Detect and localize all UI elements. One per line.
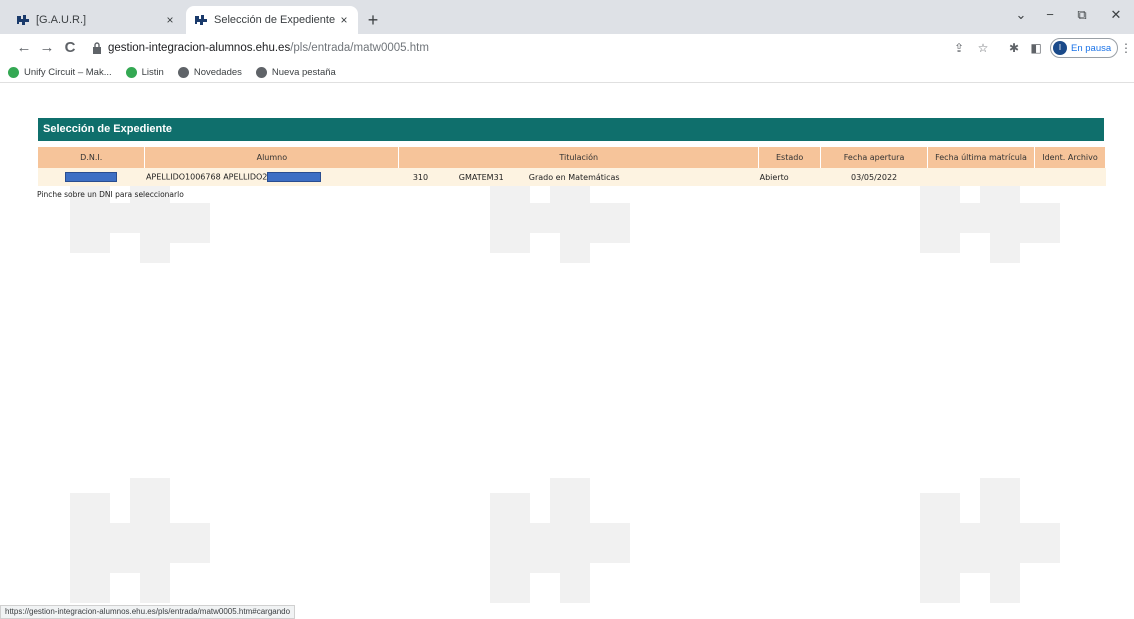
alumno-name: APELLIDO1006768 APELLIDO2 — [145, 172, 268, 182]
tab-gaur[interactable]: [G.A.U.R.] × — [8, 6, 184, 34]
col-alumno: Alumno — [144, 147, 400, 168]
titulacion-code: 310 — [398, 168, 444, 186]
table-row[interactable]: APELLIDO1006768 APELLIDO2 310 GMATEM31 G… — [38, 168, 1106, 186]
profile-status: En pausa — [1071, 42, 1112, 54]
url-path: /pls/entrada/matw0005.htm — [290, 42, 429, 54]
close-window-button[interactable]: ✕ — [1099, 4, 1133, 26]
forward-button[interactable]: → — [37, 38, 57, 58]
bookmark-label: Unify Circuit – Mak... — [24, 66, 112, 78]
redacted-dni[interactable] — [65, 172, 118, 182]
bookmark-favicon-icon — [125, 66, 137, 78]
browser-toolbar: ← → C gestion-integracion-alumnos.ehu.es… — [0, 34, 1134, 62]
ehu-logo-icon — [195, 15, 207, 25]
tab-seleccion-expediente[interactable]: Selección de Expediente × — [186, 6, 358, 34]
back-button[interactable]: ← — [14, 38, 34, 58]
ehu-watermark-icon — [70, 478, 210, 603]
restore-button[interactable]: ⧉ — [1065, 4, 1099, 26]
bookmark-favicon-icon — [8, 66, 19, 78]
col-dni: D.N.I. — [38, 147, 146, 168]
avatar: I — [1053, 41, 1067, 55]
share-icon[interactable]: ⇪ — [951, 40, 967, 56]
bookmark-label: Novedades — [193, 66, 242, 78]
table-header-row: D.N.I. Alumno Titulación Estado Fecha ap… — [38, 147, 1107, 168]
ehu-watermark-icon — [490, 478, 630, 603]
page-content: Selección de Expediente D.N.I. Alumno Ti… — [0, 83, 1134, 605]
col-titulacion: Titulación — [398, 147, 760, 168]
url-host: gestion-integracion-alumnos.ehu.es — [108, 42, 291, 54]
bookmark-star-icon[interactable]: ☆ — [975, 40, 991, 56]
tab-title: Selección de Expediente — [214, 14, 336, 26]
bookmark-novedades[interactable]: Novedades — [177, 66, 242, 78]
titulacion-plan: GMATEM31 — [443, 168, 519, 186]
tab-title: [G.A.U.R.] — [36, 14, 87, 26]
bookmark-label: Nueva pestaña — [271, 66, 336, 78]
bookmarks-bar: Unify Circuit – Mak... Listin Novedades … — [0, 62, 1134, 83]
menu-icon[interactable]: ⋮ — [1120, 40, 1132, 56]
col-ident-archivo: Ident. Archivo — [1034, 147, 1107, 168]
bookmark-label: Listin — [141, 66, 164, 78]
tab-strip: [G.A.U.R.] × Selección de Expediente × +… — [0, 0, 1134, 34]
ehu-watermark-icon — [920, 478, 1060, 603]
selection-hint: Pinche sobre un DNI para seleccionarlo — [37, 190, 184, 199]
ident-archivo-cell — [1034, 168, 1106, 186]
tab-close-icon[interactable]: × — [336, 13, 352, 27]
extensions-icon[interactable]: ✱ — [1006, 40, 1022, 56]
globe-icon — [255, 66, 267, 78]
new-tab-button[interactable]: + — [362, 9, 384, 31]
dni-cell[interactable] — [38, 168, 145, 186]
titulacion-name: Grado en Matemáticas — [518, 168, 759, 186]
panel-title: Selección de Expediente — [38, 118, 1104, 141]
bookmark-unify-circuit[interactable]: Unify Circuit – Mak... — [8, 66, 112, 78]
expedientes-table: D.N.I. Alumno Titulación Estado Fecha ap… — [38, 147, 1107, 186]
fecha-apertura-cell: 03/05/2022 — [820, 168, 928, 186]
ehu-logo-icon — [17, 15, 29, 25]
side-panel-icon[interactable]: ◧ — [1028, 40, 1044, 56]
col-estado: Estado — [758, 147, 822, 168]
estado-cell: Abierto — [758, 168, 821, 186]
col-fecha-apertura: Fecha apertura — [820, 147, 929, 168]
alumno-cell: APELLIDO1006768 APELLIDO2 — [144, 168, 399, 186]
bookmark-listin[interactable]: Listin — [125, 66, 164, 78]
redacted-name — [267, 172, 322, 182]
globe-icon — [177, 66, 189, 78]
reload-button[interactable]: C — [60, 38, 80, 58]
col-fecha-ultima-matricula: Fecha última matrícula — [927, 147, 1035, 168]
bookmark-nueva-pestana[interactable]: Nueva pestaña — [255, 66, 336, 78]
minimize-button[interactable]: − — [1033, 4, 1067, 26]
address-bar[interactable]: gestion-integracion-alumnos.ehu.es/pls/e… — [84, 37, 1004, 59]
fecha-ultima-cell — [927, 168, 1035, 186]
profile-button[interactable]: I En pausa — [1050, 38, 1118, 58]
tab-close-icon[interactable]: × — [162, 13, 178, 27]
lock-icon — [93, 42, 101, 54]
